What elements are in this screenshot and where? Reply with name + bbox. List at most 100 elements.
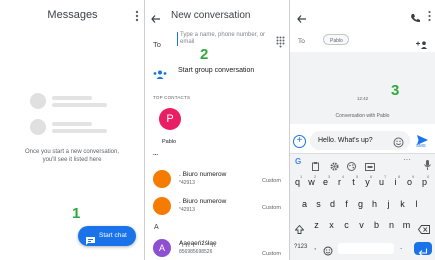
keyboard-row-3: z x c v b n m xyxy=(290,217,435,235)
key-i-number-hint: 8 xyxy=(398,174,401,179)
more-icon[interactable]: ··· xyxy=(403,155,411,164)
empty-state-illustration xyxy=(30,90,120,140)
key-d[interactable]: d xyxy=(326,199,339,209)
key-n[interactable]: n xyxy=(385,220,398,230)
contact-name: . Biuro numerow xyxy=(179,198,227,205)
keyboard: G ··· q w e r t y u i o p 1 2 3 4 5 6 7 … xyxy=(290,153,435,260)
start-group-conversation-item[interactable]: Start group conversation xyxy=(145,64,289,79)
step-number-1: 1 xyxy=(72,205,81,222)
key-b[interactable]: b xyxy=(370,220,383,230)
google-logo-icon[interactable]: G xyxy=(295,157,301,166)
plus-icon: + xyxy=(296,135,303,146)
enter-arrow-icon xyxy=(418,244,428,256)
keyboard-toolbar: G ··· xyxy=(290,154,435,171)
dialpad-icon[interactable] xyxy=(276,35,285,48)
avatar xyxy=(153,197,171,215)
top-contacts-header: TOP CONTACTS xyxy=(153,95,191,100)
key-e-number-hint: 3 xyxy=(328,174,331,179)
back-arrow-icon[interactable] xyxy=(297,11,307,23)
contact-row[interactable]: A Ąąęąeńźśłąę 856985698526 Custom xyxy=(145,236,289,260)
key-w-number-hint: 2 xyxy=(314,174,317,179)
recipient-chip-label: Pablo xyxy=(330,37,343,44)
key-c[interactable]: c xyxy=(340,220,353,230)
backspace-key-icon[interactable] xyxy=(417,221,430,234)
compose-text: Hello. What's up? xyxy=(318,136,373,144)
new-conversation-screen: New conversation To Type a name, phone n… xyxy=(145,0,290,260)
step-number-2: 2 xyxy=(200,46,209,63)
recipient-input[interactable]: Type a name, phone number, or email xyxy=(177,32,269,46)
period-key[interactable]: . xyxy=(400,242,402,251)
key-f[interactable]: f xyxy=(340,199,353,209)
key-y-number-hint: 6 xyxy=(370,174,373,179)
key-s[interactable]: s xyxy=(312,199,325,209)
key-x[interactable]: x xyxy=(325,220,338,230)
send-icon xyxy=(417,132,428,145)
avatar: P xyxy=(159,108,181,130)
screen2-title: New conversation xyxy=(171,10,251,21)
key-m[interactable]: m xyxy=(400,220,413,230)
shift-key-icon[interactable] xyxy=(294,221,305,234)
key-t-number-hint: 5 xyxy=(356,174,359,179)
gif-icon[interactable] xyxy=(365,158,375,171)
mic-icon[interactable] xyxy=(424,157,431,170)
top-contact-name: Pablo xyxy=(162,139,177,145)
emoji-icon[interactable] xyxy=(393,135,404,148)
contact-name: . Biuro numerow xyxy=(179,171,227,178)
contact-type: Custom xyxy=(262,205,281,211)
comma-key[interactable]: , xyxy=(314,242,316,251)
start-chat-button[interactable]: Start chat xyxy=(78,226,136,246)
clipboard-icon[interactable] xyxy=(312,158,319,171)
compose-input[interactable]: Hello. What's up? xyxy=(310,131,410,150)
key-g[interactable]: g xyxy=(354,199,367,209)
key-h[interactable]: h xyxy=(368,199,381,209)
recipient-chip[interactable]: Pablo xyxy=(323,34,349,45)
messages-home-screen: Messages Once you start a new conversati… xyxy=(0,0,145,260)
chat-icon xyxy=(86,232,95,245)
conversation-screen: To Pablo 3 12:42 Conversation with Pablo… xyxy=(290,0,435,260)
avatar: A xyxy=(153,239,171,257)
contact-row[interactable]: . Biuro numerow *42913 Custom xyxy=(145,194,289,220)
key-k[interactable]: k xyxy=(396,199,409,209)
contact-number: *42913 xyxy=(179,180,195,186)
add-people-icon[interactable] xyxy=(416,36,429,49)
empty-state-message: Once you start a new conversation, you'l… xyxy=(24,149,120,163)
emoji-key-icon[interactable] xyxy=(323,243,333,256)
contact-type: Custom xyxy=(262,251,281,257)
palette-icon[interactable] xyxy=(347,158,356,171)
more-options-icon[interactable] xyxy=(427,9,432,22)
key-l[interactable]: l xyxy=(410,199,423,209)
more-options-icon[interactable] xyxy=(134,9,140,22)
contact-row[interactable]: . Biuro numerow *42913 Custom xyxy=(145,167,289,193)
list-ellipsis: ... xyxy=(153,151,159,157)
keyboard-row-1: q w e r t y u i o p 1 2 3 4 5 6 7 8 9 0 xyxy=(290,173,435,193)
contact-type: Custom xyxy=(262,178,281,184)
conversation-with-label: Conversation with Pablo xyxy=(335,113,390,119)
key-r-number-hint: 4 xyxy=(342,174,345,179)
screen1-title: Messages xyxy=(47,9,98,21)
contact-number: *42913 xyxy=(179,207,195,213)
symbols-key[interactable]: ?123 xyxy=(294,244,307,250)
start-chat-label: Start chat xyxy=(99,232,127,239)
key-v[interactable]: v xyxy=(355,220,368,230)
key-j[interactable]: j xyxy=(382,199,395,209)
space-bar[interactable] xyxy=(338,243,394,254)
key-a[interactable]: a xyxy=(298,199,311,209)
group-add-icon xyxy=(153,66,167,79)
send-button[interactable]: SMS xyxy=(414,131,432,150)
send-sms-label: SMS xyxy=(416,143,426,148)
settings-gear-icon[interactable] xyxy=(330,158,339,171)
key-o-number-hint: 9 xyxy=(412,174,415,179)
top-contact-pablo[interactable]: P Pablo xyxy=(153,108,193,148)
start-group-conversation-label: Start group conversation xyxy=(178,67,255,74)
call-icon[interactable] xyxy=(410,10,420,23)
attach-button[interactable]: + xyxy=(293,135,306,148)
keyboard-row-2: a s d f g h j k l xyxy=(290,196,435,214)
keyboard-row-4: ?123 , . xyxy=(290,240,435,259)
key-q-number-hint: 1 xyxy=(300,174,303,179)
enter-key[interactable] xyxy=(414,242,432,256)
timestamp: 12:42 xyxy=(356,96,369,101)
key-z[interactable]: z xyxy=(310,220,323,230)
section-letter: A xyxy=(154,224,159,231)
back-arrow-icon[interactable] xyxy=(151,11,161,23)
contact-number: 856985698526 xyxy=(179,249,213,255)
